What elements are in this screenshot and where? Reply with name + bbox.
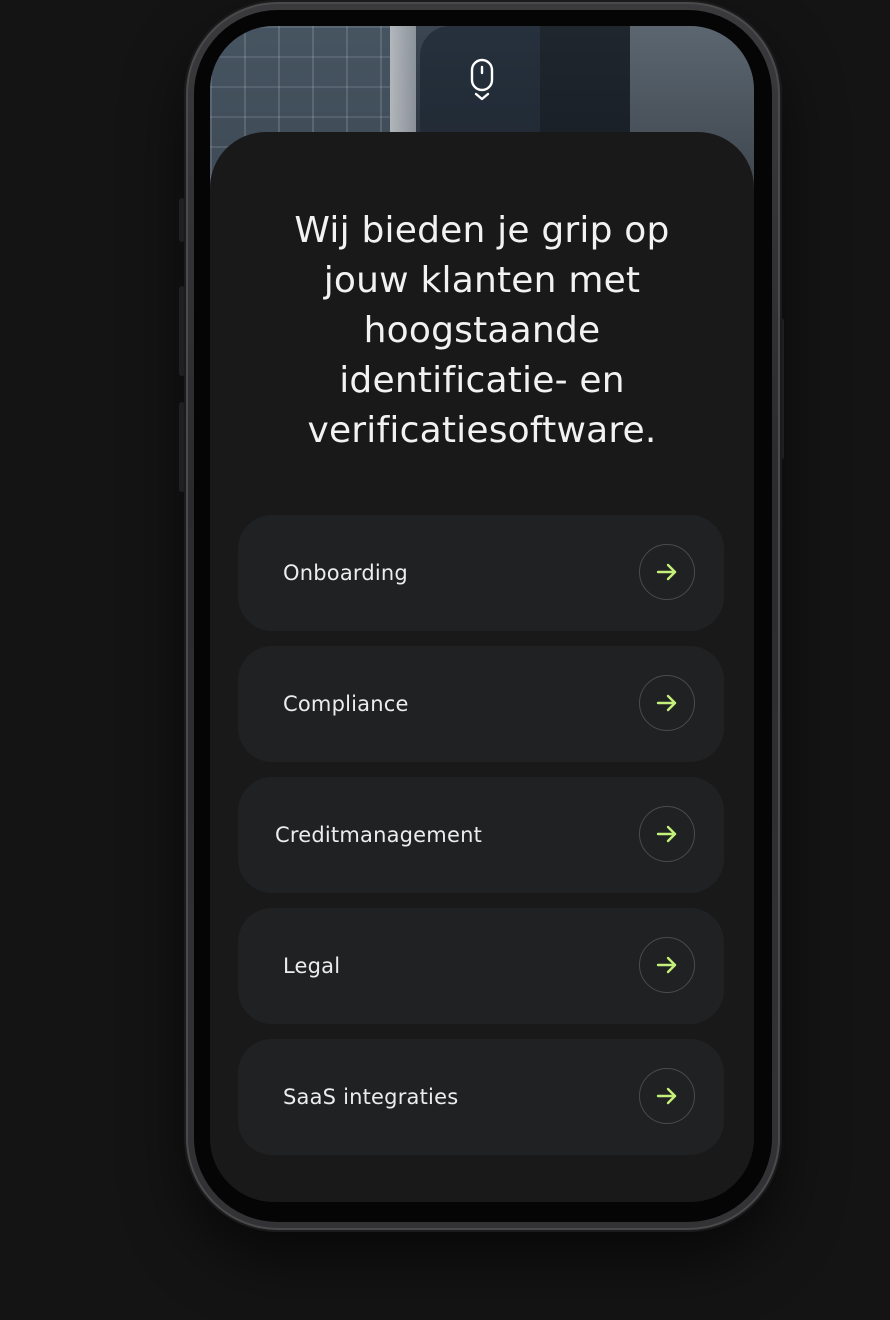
menu-item-label: SaaS integraties bbox=[283, 1085, 459, 1109]
headline-line: verificatiesoftware. bbox=[307, 410, 657, 451]
menu-item-label: Onboarding bbox=[283, 561, 408, 585]
headline-line: Wij bieden je grip op bbox=[294, 210, 670, 251]
menu-item-saas-integraties[interactable]: SaaS integraties bbox=[238, 1039, 724, 1155]
menu-item-label: Creditmanagement bbox=[275, 823, 483, 847]
arrow-button[interactable] bbox=[639, 1068, 695, 1124]
arrow-button[interactable] bbox=[639, 675, 695, 731]
arrow-button[interactable] bbox=[639, 544, 695, 600]
phone-silent-switch bbox=[179, 198, 185, 242]
menu-item-legal[interactable]: Legal bbox=[238, 908, 724, 1024]
scroll-mouse-icon[interactable] bbox=[468, 58, 496, 102]
page-headline: Wij bieden je grip op jouw klanten met h… bbox=[232, 206, 732, 456]
menu-item-label: Legal bbox=[283, 954, 341, 978]
menu-item-compliance[interactable]: Compliance bbox=[238, 646, 724, 762]
solutions-menu: Onboarding Compliance Creditmanagement L… bbox=[238, 515, 724, 1170]
arrow-button[interactable] bbox=[639, 806, 695, 862]
phone-screen: Wij bieden je grip op jouw klanten met h… bbox=[210, 26, 754, 1202]
arrow-right-icon bbox=[656, 956, 677, 974]
arrow-right-icon bbox=[656, 563, 677, 581]
menu-item-label: Compliance bbox=[283, 692, 409, 716]
arrow-right-icon bbox=[656, 825, 677, 843]
phone-volume-up-button bbox=[179, 286, 185, 376]
headline-line: hoogstaande bbox=[363, 310, 601, 351]
headline-line: jouw klanten met bbox=[323, 260, 641, 301]
menu-item-onboarding[interactable]: Onboarding bbox=[238, 515, 724, 631]
arrow-right-icon bbox=[656, 1087, 677, 1105]
arrow-right-icon bbox=[656, 694, 677, 712]
arrow-button[interactable] bbox=[639, 937, 695, 993]
headline-line: identificatie- en bbox=[339, 360, 625, 401]
menu-item-creditmanagement[interactable]: Creditmanagement bbox=[238, 777, 724, 893]
phone-volume-down-button bbox=[179, 402, 185, 492]
